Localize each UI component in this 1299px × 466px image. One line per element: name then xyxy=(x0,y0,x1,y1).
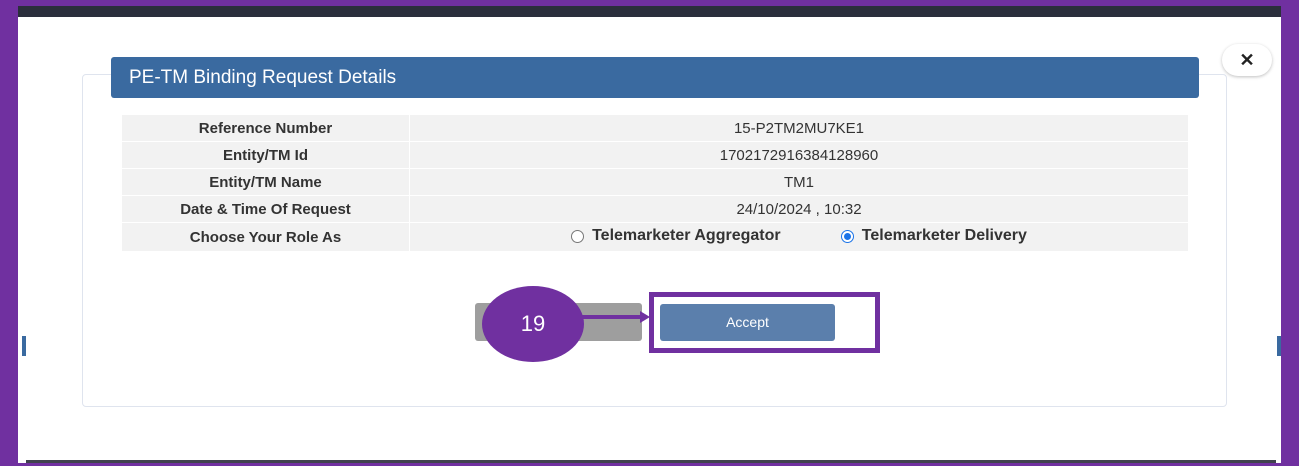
dialog-header: PE-TM Binding Request Details xyxy=(111,57,1199,98)
role-label: Choose Your Role As xyxy=(121,222,410,252)
row-label: Date & Time Of Request xyxy=(121,195,410,223)
table-row: Date & Time Of Request 24/10/2024 , 10:3… xyxy=(121,195,1189,223)
details-table: Reference Number 15-P2TM2MU7KE1 Entity/T… xyxy=(121,114,1189,252)
annotation-step-badge: 19 xyxy=(482,286,584,362)
role-options: Telemarketer Aggregator Telemarketer Del… xyxy=(409,222,1189,252)
backdrop-edge-bottom xyxy=(26,460,1276,463)
row-label: Entity/TM Name xyxy=(121,168,410,196)
table-row: Choose Your Role As Telemarketer Aggrega… xyxy=(121,222,1189,252)
radio-label: Telemarketer Aggregator xyxy=(592,227,781,245)
annotation-arrow xyxy=(582,315,644,319)
row-label: Entity/TM Id xyxy=(121,141,410,169)
close-icon: ✕ xyxy=(1239,50,1255,70)
table-row: Entity/TM Id 1702172916384128960 xyxy=(121,141,1189,169)
backdrop-edge-left xyxy=(18,17,26,463)
backdrop-strip xyxy=(18,6,1281,17)
row-value: 24/10/2024 , 10:32 xyxy=(409,195,1189,223)
row-value: TM1 xyxy=(409,168,1189,196)
radio-unchecked-icon[interactable] xyxy=(571,229,585,243)
radio-label: Telemarketer Delivery xyxy=(861,227,1027,245)
row-label: Reference Number xyxy=(121,114,410,142)
annotation-highlight-box xyxy=(649,292,880,353)
radio-telemarketer-aggregator[interactable]: Telemarketer Aggregator xyxy=(571,227,781,245)
table-row: Reference Number 15-P2TM2MU7KE1 xyxy=(121,114,1189,142)
dialog-title: PE-TM Binding Request Details xyxy=(129,67,397,88)
row-value: 1702172916384128960 xyxy=(409,141,1189,169)
close-button[interactable]: ✕ xyxy=(1222,44,1272,76)
table-row: Entity/TM Name TM1 xyxy=(121,168,1189,196)
step-number: 19 xyxy=(520,311,546,336)
backdrop-edge-right xyxy=(1276,17,1281,463)
annotation-arrow-head xyxy=(640,311,650,323)
radio-checked-icon[interactable] xyxy=(840,229,854,243)
backdrop-mark xyxy=(1277,336,1281,356)
row-value: 15-P2TM2MU7KE1 xyxy=(409,114,1189,142)
radio-telemarketer-delivery[interactable]: Telemarketer Delivery xyxy=(840,227,1027,245)
